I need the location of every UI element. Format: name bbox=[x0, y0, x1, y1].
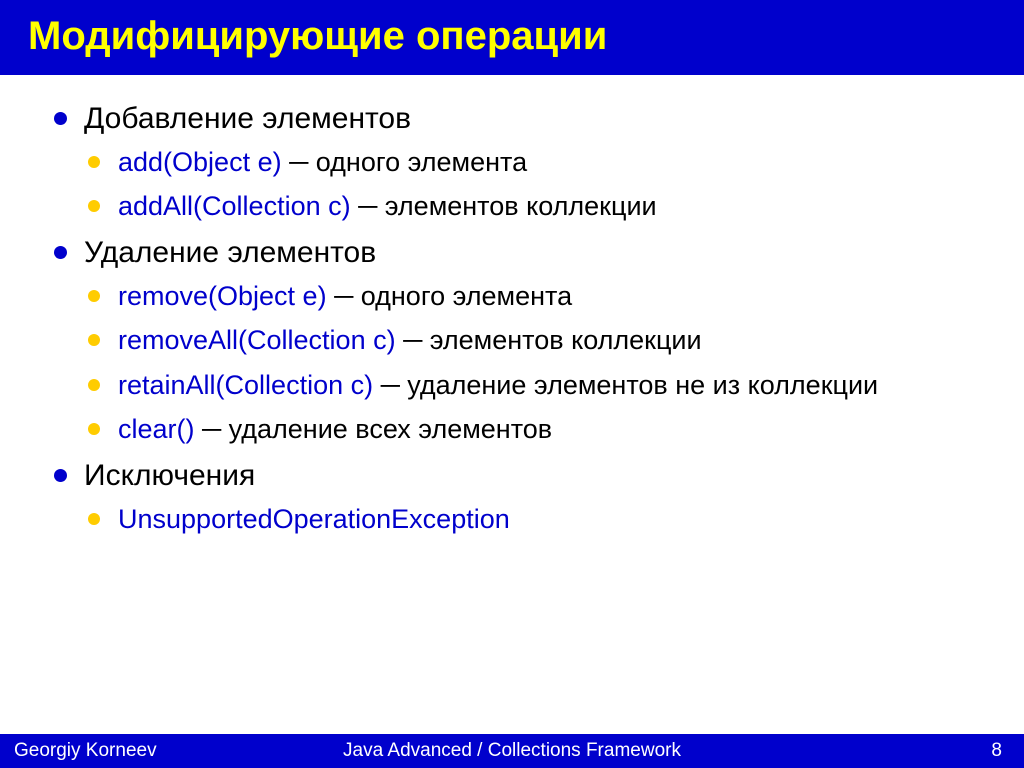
slide-content: Добавление элементов add(Object e) ─ одн… bbox=[0, 75, 1024, 537]
section-heading: Удаление элементов bbox=[84, 236, 376, 269]
section-remove: Удаление элементов remove(Object e) ─ од… bbox=[50, 233, 974, 448]
bullet-list-level2: remove(Object e) ─ одного элемента remov… bbox=[84, 278, 974, 448]
list-item: add(Object e) ─ одного элемента bbox=[84, 144, 974, 180]
section-heading: Добавление элементов bbox=[84, 102, 411, 135]
bullet-list-level2: UnsupportedOperationException bbox=[84, 501, 974, 537]
footer-course: Java Advanced / Collections Framework bbox=[0, 740, 1024, 762]
footer-bar: Georgiy Korneev Java Advanced / Collecti… bbox=[0, 734, 1024, 768]
code-text: retainAll(Collection c) bbox=[118, 370, 373, 400]
footer-page-number: 8 bbox=[991, 740, 1002, 762]
desc-text: ─ одного элемента bbox=[282, 147, 528, 177]
list-item: clear() ─ удаление всех элементов bbox=[84, 411, 974, 447]
bullet-list-level2: add(Object e) ─ одного элемента addAll(C… bbox=[84, 144, 974, 225]
list-item: retainAll(Collection c) ─ удаление элеме… bbox=[84, 367, 974, 403]
desc-text: ─ удаление всех элементов bbox=[195, 414, 553, 444]
code-text: UnsupportedOperationException bbox=[118, 504, 510, 534]
slide-title: Модифицирующие операции bbox=[28, 14, 996, 59]
code-text: remove(Object e) bbox=[118, 281, 327, 311]
desc-text: ─ удаление элементов не из коллекции bbox=[373, 370, 878, 400]
list-item: remove(Object e) ─ одного элемента bbox=[84, 278, 974, 314]
code-text: removeAll(Collection c) bbox=[118, 325, 396, 355]
code-text: add(Object e) bbox=[118, 147, 282, 177]
desc-text: ─ элементов коллекции bbox=[396, 325, 702, 355]
code-text: clear() bbox=[118, 414, 195, 444]
bullet-list-level1: Добавление элементов add(Object e) ─ одн… bbox=[50, 99, 974, 537]
slide: Модифицирующие операции Добавление элеме… bbox=[0, 0, 1024, 768]
section-add: Добавление элементов add(Object e) ─ одн… bbox=[50, 99, 974, 225]
desc-text: ─ одного элемента bbox=[327, 281, 573, 311]
list-item: addAll(Collection c) ─ элементов коллекц… bbox=[84, 188, 974, 224]
code-text: addAll(Collection c) bbox=[118, 191, 351, 221]
list-item: removeAll(Collection c) ─ элементов колл… bbox=[84, 322, 974, 358]
section-heading: Исключения bbox=[84, 459, 255, 492]
section-exceptions: Исключения UnsupportedOperationException bbox=[50, 456, 974, 537]
desc-text: ─ элементов коллекции bbox=[351, 191, 657, 221]
list-item: UnsupportedOperationException bbox=[84, 501, 974, 537]
title-bar: Модифицирующие операции bbox=[0, 0, 1024, 75]
